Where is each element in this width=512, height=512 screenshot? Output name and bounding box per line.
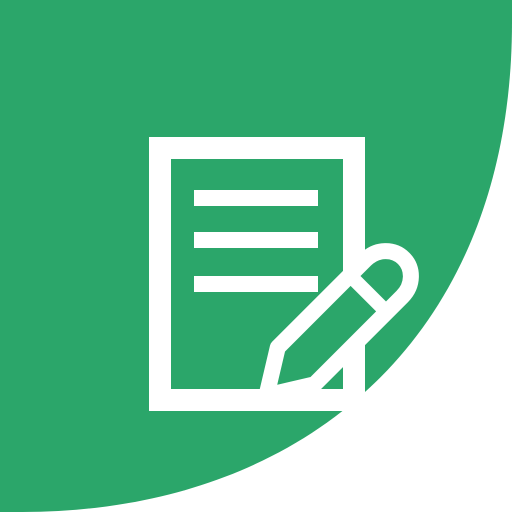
text-line bbox=[194, 190, 318, 206]
app-icon bbox=[0, 0, 512, 512]
text-line bbox=[194, 232, 318, 248]
text-line bbox=[194, 276, 318, 292]
document-with-pencil-icon bbox=[149, 137, 419, 411]
